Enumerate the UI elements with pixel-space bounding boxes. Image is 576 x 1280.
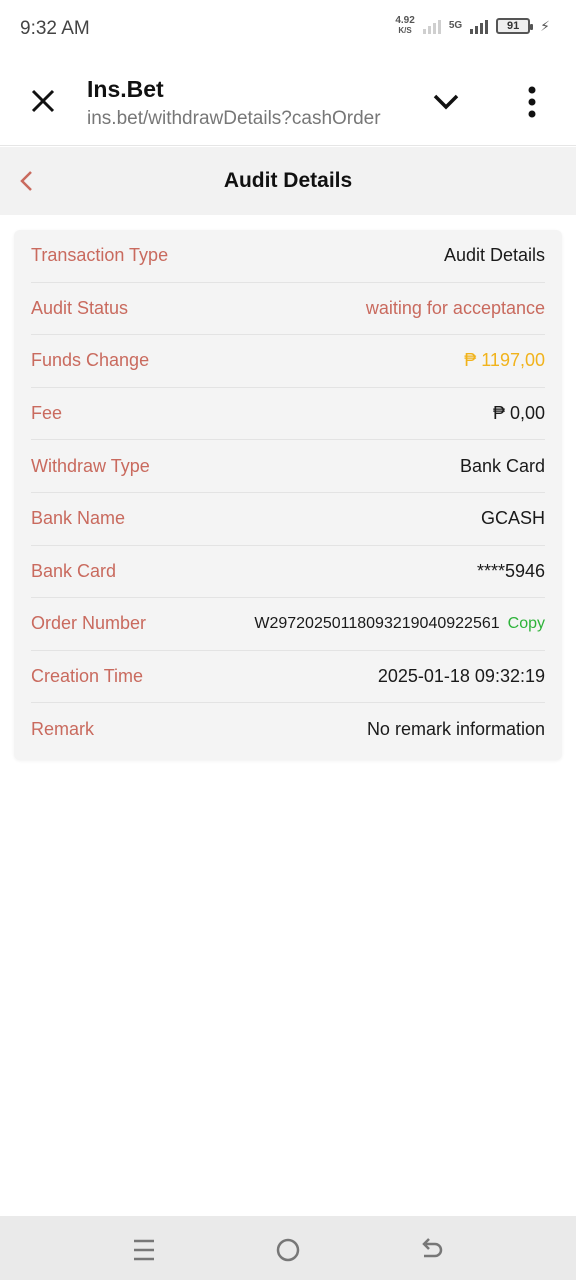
bank-name-label: Bank Name (31, 508, 126, 529)
funds-change-value: ₱ 1197,00 (464, 350, 545, 371)
audit-status-value: waiting for acceptance (365, 297, 545, 318)
back-arrow-icon (422, 1238, 443, 1258)
recent-apps-button[interactable] (130, 1236, 158, 1264)
charging-icon: ⚡ (540, 17, 550, 34)
network-speed-unit: K/S (398, 26, 412, 35)
creation-time-label: Creation Time (31, 666, 144, 687)
funds-change-label: Funds Change (31, 350, 150, 371)
detail-row-audit-status: Audit Status waiting for acceptance (31, 283, 545, 336)
transaction-type-value: Audit Details (443, 245, 545, 266)
copy-button[interactable]: Copy (508, 615, 545, 633)
order-number-label: Order Number (31, 613, 147, 634)
status-time: 9:32 AM (20, 18, 90, 39)
bank-card-value: ****5946 (476, 560, 545, 581)
close-button[interactable] (28, 86, 58, 116)
creation-time-value: 2025-01-18 09:32:19 (377, 666, 545, 687)
page-title: Audit Details (223, 169, 353, 192)
order-number-group: W29720250118093219040922561 Copy (254, 615, 545, 633)
transaction-type-label: Transaction Type (31, 245, 169, 266)
bank-name-value: GCASH (480, 508, 545, 529)
signal-icon (422, 18, 441, 34)
withdraw-type-value: Bank Card (459, 455, 545, 476)
detail-row-funds-change: Funds Change ₱ 1197,00 (31, 335, 545, 388)
network-speed: 4.92 K/S (395, 16, 414, 36)
fee-value: ₱ 0,00 (492, 403, 545, 424)
network-speed-value: 4.92 (395, 15, 415, 26)
detail-row-fee: Fee ₱ 0,00 (31, 388, 545, 441)
home-circle-icon (276, 1238, 300, 1262)
more-menu-button[interactable] (520, 86, 544, 118)
chevron-down-icon (433, 94, 459, 110)
signal-strong-icon (470, 18, 489, 34)
network-type-label: 5G (448, 20, 463, 31)
expand-button[interactable] (430, 88, 462, 116)
system-nav-bar (0, 1216, 576, 1280)
site-url[interactable]: ins.bet/withdrawDetails?cashOrder (87, 108, 401, 130)
detail-row-transaction-type: Transaction Type Audit Details (31, 230, 545, 283)
detail-row-bank-card: Bank Card ****5946 (31, 546, 545, 599)
detail-row-creation-time: Creation Time 2025-01-18 09:32:19 (31, 651, 545, 704)
audit-details-card: Transaction Type Audit Details Audit Sta… (14, 230, 562, 760)
page-header: Audit Details (0, 147, 576, 215)
order-number-value: W29720250118093219040922561 (254, 614, 500, 632)
remark-value: No remark information (366, 719, 545, 740)
close-icon (31, 89, 55, 113)
detail-row-bank-name: Bank Name GCASH (31, 493, 545, 546)
detail-row-withdraw-type: Withdraw Type Bank Card (31, 440, 545, 493)
system-back-button[interactable] (418, 1236, 446, 1264)
status-bar: 9:32 AM 4.92 K/S 5G 91 ⚡ (0, 0, 576, 58)
bank-card-label: Bank Card (31, 560, 117, 581)
detail-row-order-number: Order Number W29720250118093219040922561… (31, 598, 545, 651)
withdraw-type-label: Withdraw Type (31, 455, 150, 476)
battery-icon: 91 (496, 18, 534, 34)
menu-icon (134, 1239, 154, 1261)
network-type-icon: 5G (449, 21, 462, 31)
more-vert-icon (528, 86, 536, 118)
browser-toolbar: Ins.Bet ins.bet/withdrawDetails?cashOrde… (0, 58, 576, 146)
fee-label: Fee (31, 403, 63, 424)
status-indicators: 4.92 K/S 5G 91 ⚡ (395, 16, 550, 36)
site-title: Ins.Bet (87, 76, 164, 102)
battery-level: 91 (507, 20, 520, 32)
audit-status-label: Audit Status (31, 297, 129, 318)
detail-row-remark: Remark No remark information (31, 703, 545, 756)
home-button[interactable] (274, 1236, 302, 1264)
remark-label: Remark (31, 719, 95, 740)
